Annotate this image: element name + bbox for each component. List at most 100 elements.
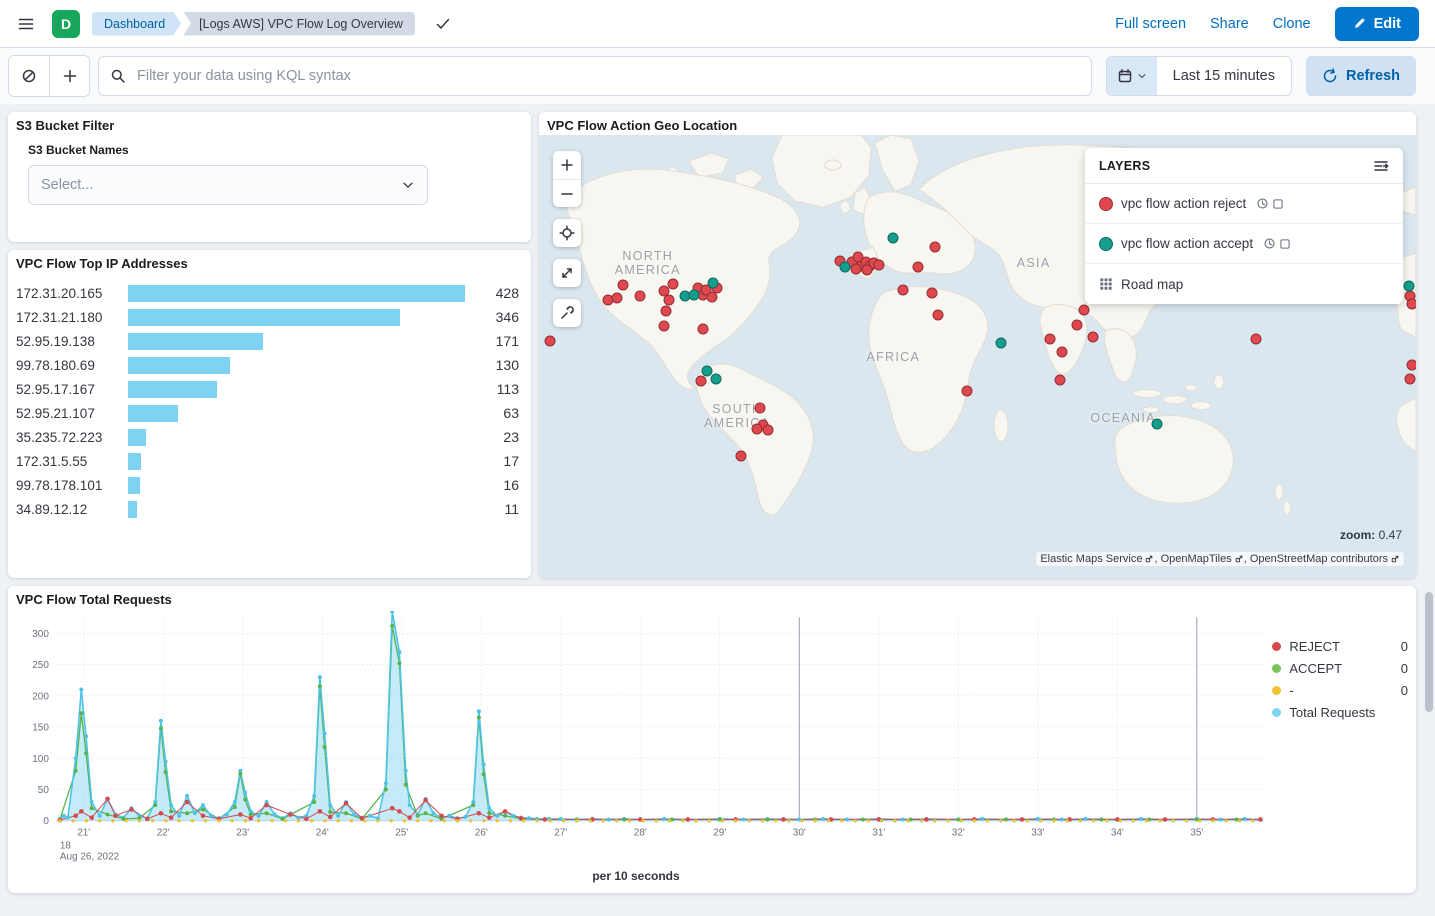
map-marker-reject[interactable] [897, 284, 908, 295]
ip-bar[interactable] [128, 381, 217, 398]
date-picker-calendar-button[interactable] [1107, 57, 1157, 95]
map-marker-reject[interactable] [1407, 298, 1416, 309]
ip-bar-row[interactable]: 52.95.21.10763 [16, 401, 519, 425]
set-view-crosshair-button[interactable] [553, 219, 581, 247]
collapse-layers-icon[interactable] [1373, 158, 1389, 174]
map-marker-accept[interactable] [1152, 419, 1163, 430]
kql-search-input[interactable] [98, 56, 1092, 96]
map-marker-reject[interactable] [697, 324, 708, 335]
saved-query-menu-button[interactable] [9, 56, 49, 96]
map-marker-reject[interactable] [1054, 374, 1065, 385]
legend-item[interactable]: ACCEPT0 [1272, 657, 1408, 679]
map-marker-accept[interactable] [840, 262, 851, 273]
space-avatar[interactable]: D [52, 10, 80, 38]
map-marker-reject[interactable] [1251, 333, 1262, 344]
external-link-icon [1390, 554, 1400, 564]
zoom-out-button[interactable] [553, 179, 581, 207]
map-marker-reject[interactable] [1088, 332, 1099, 343]
attribution-link[interactable]: Elastic Maps Service [1040, 553, 1154, 565]
map-marker-reject[interactable] [634, 290, 645, 301]
ip-bar[interactable] [128, 357, 230, 374]
vertical-scrollbar[interactable] [1425, 592, 1433, 712]
time-range-value[interactable]: Last 15 minutes [1157, 57, 1291, 95]
map-marker-accept[interactable] [888, 232, 899, 243]
ip-bar-row[interactable]: 52.95.17.167113 [16, 377, 519, 401]
map-marker-reject[interactable] [1045, 333, 1056, 344]
map-marker-reject[interactable] [612, 293, 623, 304]
ip-bar-row[interactable]: 172.31.21.180346 [16, 305, 519, 329]
zoom-in-button[interactable] [553, 151, 581, 179]
map-marker-reject[interactable] [850, 263, 861, 274]
share-button[interactable]: Share [1210, 16, 1249, 32]
layer-row-roadmap[interactable]: Road map [1085, 264, 1403, 304]
attribution-link[interactable]: OpenMapTiles [1161, 553, 1244, 565]
legend-item[interactable]: REJECT0 [1272, 635, 1408, 657]
breadcrumb-dashboard[interactable]: Dashboard [92, 12, 181, 36]
map-marker-reject[interactable] [926, 287, 937, 298]
map-marker-accept[interactable] [1403, 280, 1414, 291]
map-marker-reject[interactable] [1071, 320, 1082, 331]
s3-bucket-select[interactable]: Select... [28, 165, 428, 205]
map-marker-reject[interactable] [663, 294, 674, 305]
map-marker-reject[interactable] [861, 264, 872, 275]
ip-address-label: 52.95.19.138 [16, 334, 128, 349]
layer-row-accept[interactable]: vpc flow action accept [1085, 224, 1403, 264]
refresh-button[interactable]: Refresh [1306, 56, 1416, 96]
header-bar: D Dashboard [Logs AWS] VPC Flow Log Over… [0, 0, 1435, 48]
breadcrumb-current-page[interactable]: [Logs AWS] VPC Flow Log Overview [183, 12, 415, 36]
map-marker-reject[interactable] [1404, 374, 1415, 385]
ip-bar-row[interactable]: 35.235.72.22323 [16, 425, 519, 449]
ip-bar-row[interactable]: 172.31.5.5517 [16, 449, 519, 473]
ip-bar[interactable] [128, 309, 400, 326]
ip-bar[interactable] [128, 285, 465, 302]
checkbox-icon[interactable] [1279, 238, 1291, 250]
ip-bar-row[interactable]: 34.89.12.1211 [16, 497, 519, 521]
map-marker-reject[interactable] [661, 305, 672, 316]
map-marker-reject[interactable] [735, 451, 746, 462]
map-marker-reject[interactable] [1056, 347, 1067, 358]
full-screen-button[interactable]: Full screen [1115, 16, 1186, 32]
ip-bar-row[interactable]: 52.95.19.138171 [16, 329, 519, 353]
attribution-link[interactable]: OpenStreetMap contributors [1250, 553, 1400, 565]
map-marker-accept[interactable] [689, 289, 700, 300]
ip-bar-row[interactable]: 172.31.20.165428 [16, 281, 519, 305]
ip-bar[interactable] [128, 333, 263, 350]
ip-bar-row[interactable]: 99.78.180.69130 [16, 353, 519, 377]
map-marker-reject[interactable] [912, 261, 923, 272]
ip-bar[interactable] [128, 477, 140, 494]
map-marker-reject[interactable] [544, 335, 555, 346]
ip-bar[interactable] [128, 405, 178, 422]
fit-to-data-expand-button[interactable] [553, 259, 581, 287]
map-marker-reject[interactable] [618, 279, 629, 290]
add-filter-button[interactable] [49, 56, 89, 96]
ip-bar-row[interactable]: 99.78.178.10116 [16, 473, 519, 497]
ip-bar[interactable] [128, 429, 146, 446]
map-tools-wrench-button[interactable] [553, 299, 581, 327]
clone-button[interactable]: Clone [1273, 16, 1311, 32]
map-marker-reject[interactable] [696, 375, 707, 386]
map-marker-reject[interactable] [659, 320, 670, 331]
menu-icon[interactable] [16, 12, 40, 36]
map-marker-reject[interactable] [668, 278, 679, 289]
checkbox-icon[interactable] [1272, 198, 1284, 210]
map-marker-reject[interactable] [755, 402, 766, 413]
legend-item[interactable]: -0 [1272, 679, 1408, 701]
edit-button[interactable]: Edit [1335, 7, 1419, 41]
map-marker-reject[interactable] [752, 423, 763, 434]
map-marker-reject[interactable] [933, 309, 944, 320]
legend-item[interactable]: Total Requests [1272, 701, 1408, 723]
map-marker-accept[interactable] [711, 374, 722, 385]
layer-row-reject[interactable]: vpc flow action reject [1085, 184, 1403, 224]
map-marker-reject[interactable] [762, 425, 773, 436]
map-marker-reject[interactable] [1078, 304, 1089, 315]
map-marker-accept[interactable] [707, 277, 718, 288]
map-marker-accept[interactable] [996, 337, 1007, 348]
world-map[interactable]: NORTH AMERICASOUTH AMERICAAFRICAASIAOCEA… [539, 135, 1416, 578]
map-marker-reject[interactable] [961, 386, 972, 397]
layer-label: Road map [1121, 277, 1183, 292]
ip-bar[interactable] [128, 453, 141, 470]
map-marker-reject[interactable] [929, 241, 940, 252]
map-marker-reject[interactable] [874, 260, 885, 271]
ip-bar[interactable] [128, 501, 137, 518]
map-marker-reject[interactable] [1406, 360, 1416, 371]
